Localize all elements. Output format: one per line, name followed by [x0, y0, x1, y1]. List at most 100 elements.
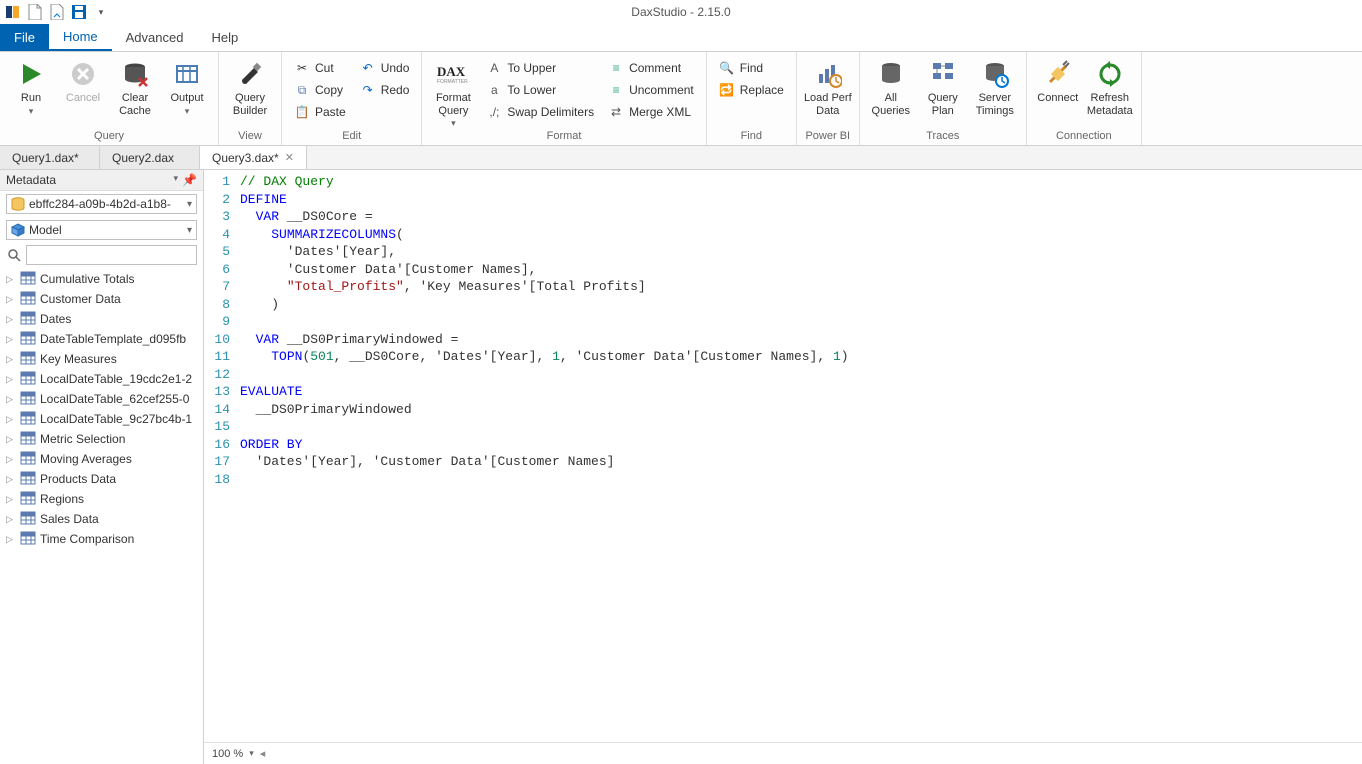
expand-icon[interactable]: ▷: [6, 394, 16, 405]
table-item[interactable]: ▷ Products Data: [0, 469, 203, 489]
panel-pin-icon[interactable]: 📌: [182, 173, 197, 187]
table-name: Time Comparison: [40, 532, 134, 546]
zoom-dropdown-icon[interactable]: ▾: [249, 748, 254, 759]
load-perf-button[interactable]: Load PerfData: [803, 56, 853, 117]
expand-icon[interactable]: ▷: [6, 354, 16, 365]
expand-icon[interactable]: ▷: [6, 274, 16, 285]
table-item[interactable]: ▷Cumulative Totals: [0, 269, 203, 289]
query-plan-button[interactable]: QueryPlan: [918, 56, 968, 117]
expand-icon[interactable]: ▷: [6, 454, 16, 465]
code-line[interactable]: [240, 471, 849, 489]
redo-button[interactable]: ↷Redo: [354, 80, 416, 100]
copy-button[interactable]: ⧉Copy: [288, 80, 352, 100]
run-button[interactable]: Run▾: [6, 56, 56, 117]
open-icon[interactable]: [48, 3, 66, 21]
workspace: Metadata ▾ 📌 ebffc284-a09b-4b2d-a1b8- ▾ …: [0, 170, 1362, 764]
ribbon-tab-advanced[interactable]: Advanced: [112, 24, 198, 51]
to-upper-button[interactable]: ATo Upper: [480, 58, 600, 78]
code-line[interactable]: // DAX Query: [240, 173, 849, 191]
expand-icon[interactable]: ▷: [6, 534, 16, 545]
expand-icon[interactable]: ▷: [6, 374, 16, 385]
table-item[interactable]: ▷LocalDateTable_62cef255-0: [0, 389, 203, 409]
server-timings-button[interactable]: ServerTimings: [970, 56, 1020, 117]
expand-icon[interactable]: ▷: [6, 514, 16, 525]
table-item[interactable]: ▷Moving Averages: [0, 449, 203, 469]
code-line[interactable]: TOPN(501, __DS0Core, 'Dates'[Year], 1, '…: [240, 348, 849, 366]
expand-icon[interactable]: ▷: [6, 494, 16, 505]
clear-cache-button[interactable]: ClearCache: [110, 56, 160, 117]
output-button[interactable]: Output▾: [162, 56, 212, 117]
code-line[interactable]: 'Customer Data'[Customer Names],: [240, 261, 849, 279]
metadata-search-input[interactable]: [26, 245, 197, 265]
doc-tab[interactable]: Query2.dax: [100, 146, 200, 169]
code-line[interactable]: __DS0PrimaryWindowed: [240, 401, 849, 419]
table-item[interactable]: ▷Sales Data: [0, 509, 203, 529]
table-item[interactable]: ▷DateTableTemplate_d095fb: [0, 329, 203, 349]
hscroll-left-icon[interactable]: ◂: [260, 747, 266, 760]
code-line[interactable]: VAR __DS0PrimaryWindowed =: [240, 331, 849, 349]
code-line[interactable]: [240, 366, 849, 384]
connect-button[interactable]: Connect: [1033, 56, 1083, 105]
table-item[interactable]: ▷Customer Data: [0, 289, 203, 309]
table-item[interactable]: ▷Metric Selection: [0, 429, 203, 449]
code-line[interactable]: DEFINE: [240, 191, 849, 209]
doc-tab[interactable]: Query3.dax*✕: [200, 146, 307, 169]
ribbon-tab-home[interactable]: Home: [49, 24, 112, 51]
cut-button[interactable]: ✂Cut: [288, 58, 352, 78]
ribbon-tab-help[interactable]: Help: [197, 24, 252, 51]
table-name: Products Data: [40, 472, 116, 486]
expand-icon[interactable]: ▷: [6, 314, 16, 325]
code-line[interactable]: ): [240, 296, 849, 314]
code-line[interactable]: ORDER BY: [240, 436, 849, 454]
database-dropdown[interactable]: ebffc284-a09b-4b2d-a1b8- ▾: [6, 194, 197, 214]
table-item[interactable]: ▷Dates: [0, 309, 203, 329]
format-query-button[interactable]: DAXFORMATTERFormatQuery▾: [428, 56, 478, 130]
find-button[interactable]: 🔍Find: [713, 58, 790, 78]
file-tab[interactable]: File: [0, 24, 49, 51]
model-dropdown[interactable]: Model ▾: [6, 220, 197, 240]
code-line[interactable]: 'Dates'[Year],: [240, 243, 849, 261]
all-queries-button[interactable]: AllQueries: [866, 56, 916, 117]
close-icon[interactable]: ✕: [285, 151, 294, 164]
table-item[interactable]: ▷Regions: [0, 489, 203, 509]
code-line[interactable]: "Total_Profits", 'Key Measures'[Total Pr…: [240, 278, 849, 296]
code-line[interactable]: [240, 313, 849, 331]
new-icon[interactable]: [26, 3, 44, 21]
code-content[interactable]: // DAX QueryDEFINE VAR __DS0Core = SUMMA…: [236, 170, 849, 742]
code-editor[interactable]: 123456789101112131415161718 // DAX Query…: [204, 170, 1362, 742]
line-number: 9: [204, 313, 230, 331]
query-plan-label: QueryPlan: [928, 92, 958, 117]
qat-dropdown-icon[interactable]: ▾: [92, 3, 110, 21]
code-line[interactable]: VAR __DS0Core =: [240, 208, 849, 226]
table-item[interactable]: ▷ Time Comparison: [0, 529, 203, 549]
code-line[interactable]: SUMMARIZECOLUMNS(: [240, 226, 849, 244]
code-line[interactable]: 'Dates'[Year], 'Customer Data'[Customer …: [240, 453, 849, 471]
table-item[interactable]: ▷LocalDateTable_19cdc2e1-2: [0, 369, 203, 389]
all-queries-label: AllQueries: [872, 92, 911, 117]
merge-xml-button[interactable]: ⇄Merge XML: [602, 102, 700, 122]
table-item[interactable]: ▷LocalDateTable_9c27bc4b-1: [0, 409, 203, 429]
table-item[interactable]: ▷Key Measures: [0, 349, 203, 369]
to-lower-button[interactable]: aTo Lower: [480, 80, 600, 100]
save-icon[interactable]: [70, 3, 88, 21]
comment-button[interactable]: ≡Comment: [602, 58, 700, 78]
zoom-level[interactable]: 100 %: [212, 748, 243, 760]
undo-button[interactable]: ↶Undo: [354, 58, 416, 78]
doc-tab[interactable]: Query1.dax*: [0, 146, 100, 169]
expand-icon[interactable]: ▷: [6, 474, 16, 485]
replace-button[interactable]: 🔁Replace: [713, 80, 790, 100]
code-line[interactable]: [240, 418, 849, 436]
code-line[interactable]: EVALUATE: [240, 383, 849, 401]
expand-icon[interactable]: ▷: [6, 294, 16, 305]
panel-dropdown-icon[interactable]: ▾: [174, 173, 179, 187]
refresh-meta-button[interactable]: RefreshMetadata: [1085, 56, 1135, 117]
expand-icon[interactable]: ▷: [6, 334, 16, 345]
paste-button[interactable]: 📋Paste: [288, 102, 352, 122]
model-name: Model: [29, 223, 62, 237]
to-lower-icon: a: [486, 82, 502, 98]
expand-icon[interactable]: ▷: [6, 434, 16, 445]
query-builder-button[interactable]: QueryBuilder: [225, 56, 275, 117]
expand-icon[interactable]: ▷: [6, 414, 16, 425]
uncomment-button[interactable]: ≡Uncomment: [602, 80, 700, 100]
swap-delim-button[interactable]: ,/;Swap Delimiters: [480, 102, 600, 122]
